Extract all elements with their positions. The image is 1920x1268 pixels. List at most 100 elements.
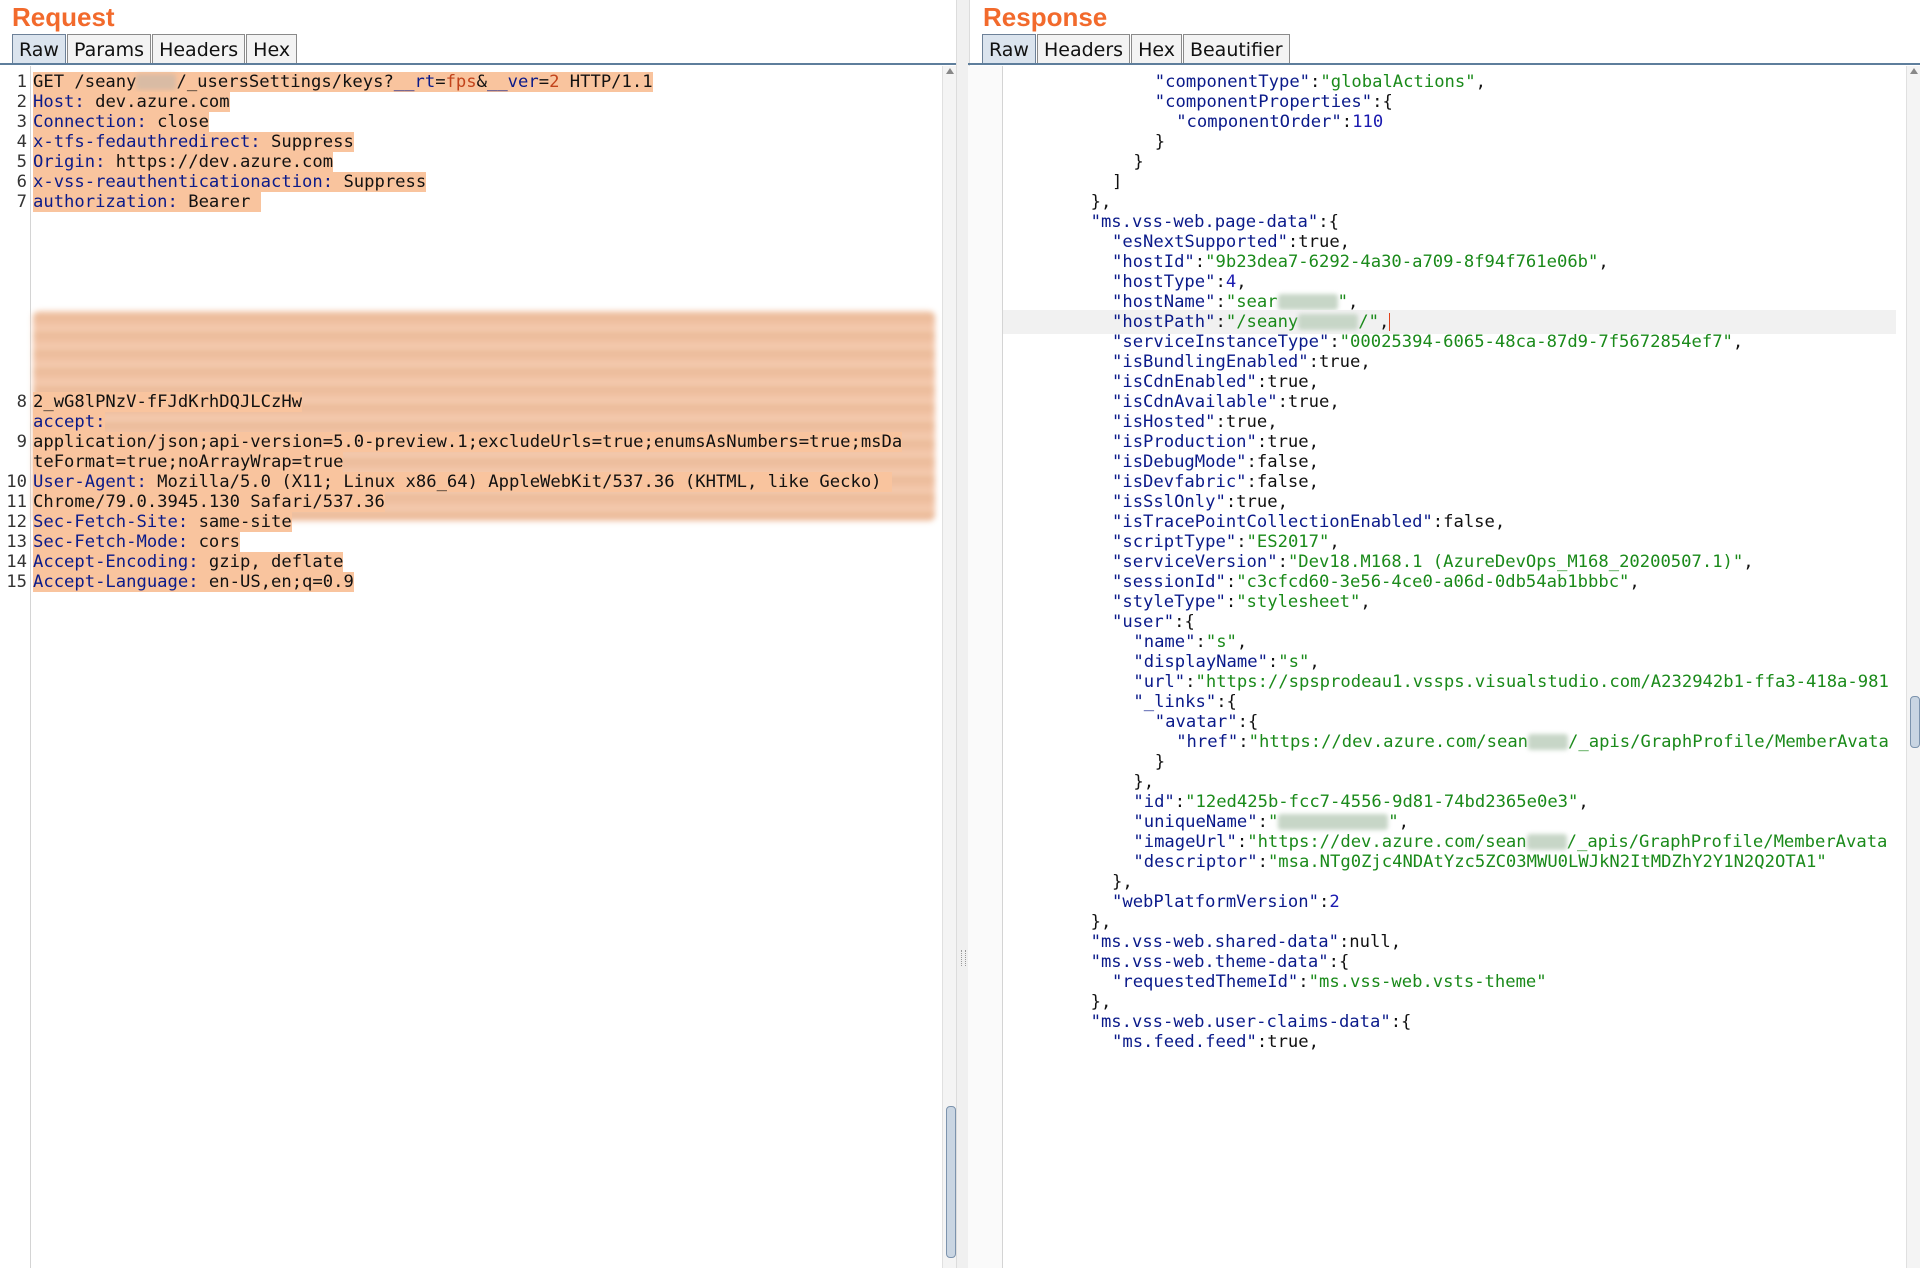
json-punctuation: :{ [1318,212,1339,232]
json-punctuation: :true, [1308,352,1371,372]
response-tab-beautifier[interactable]: Beautifier [1182,34,1290,64]
request-pane-title: Request [12,2,115,32]
json-key: "ms.vss-web.theme-data" [1090,952,1329,972]
json-punctuation: } [1133,152,1144,172]
request-tab-headers[interactable]: Headers [152,34,246,64]
json-punctuation: : [1215,312,1226,332]
json-key: "serviceVersion" [1112,552,1278,572]
highlighted-text: GET /seany/_usersSettings/keys?__rt=fps&… [33,72,653,92]
header-key: accept: [33,412,106,432]
json-string: "https://dev.azure.com/sean [1248,732,1529,752]
highlighted-text: Sec-Fetch-Site: same-site [33,512,292,532]
response-tab-headers[interactable]: Headers [1036,34,1131,64]
code-token: __rt [393,72,436,92]
json-key: "isCdnEnabled" [1112,372,1257,392]
json-punctuation: : [1194,252,1206,272]
response-tab-hex[interactable]: Hex [1131,34,1182,64]
scroll-up-arrow-icon[interactable] [1910,68,1918,74]
json-punctuation: :{ [1174,612,1195,632]
json-line: "webPlatformVersion":2 [1112,890,1340,915]
highlighted-text: authorization: Bearer [33,192,261,212]
code-token: fps [445,72,477,92]
header-value: en-US,en;q=0.9 [198,572,354,592]
json-punctuation: : [1341,112,1353,132]
redacted-text [1278,814,1389,830]
json-string: "ms.vss-web.vsts-theme" [1308,972,1547,992]
json-string: "globalActions" [1320,72,1476,92]
json-punctuation: }, [1133,772,1155,792]
header-key: Host: [33,92,85,112]
json-key: "url" [1133,672,1186,692]
header-value: gzip, deflate [198,552,344,572]
response-gutter [968,66,1003,1268]
json-punctuation: :false, [1246,472,1319,492]
code-token: Mozilla/5.0 (X11; Linux x86_64) AppleWeb… [146,472,892,492]
code-token: GET /seany [33,72,137,92]
json-key: "serviceInstanceType" [1112,332,1330,352]
json-punctuation: } [1154,132,1166,152]
json-punctuation: : [1277,552,1288,572]
header-value: cors [188,532,240,552]
request-scrollbar[interactable] [942,66,957,1268]
header-key: Sec-Fetch-Mode: [33,532,189,552]
request-editor[interactable]: 1 2 3 4 5 6 7 8 9 10 11 12 13 14 15 GET /seany/_usersS… [0,66,942,1268]
json-punctuation: : [1174,792,1186,812]
line-number: 15 [6,572,27,592]
response-scrollbar[interactable] [1906,66,1920,1268]
json-key: "isProduction" [1112,432,1257,452]
scroll-up-arrow-icon[interactable] [946,68,954,74]
json-key: "hostId" [1112,252,1195,272]
splitter-grip-icon [961,950,966,966]
header-value: same-site [188,512,292,532]
json-punctuation: : [1236,532,1247,552]
header-value: Bearer [177,192,261,212]
json-punctuation: : [1215,292,1226,312]
json-line: "ms.feed.feed":true, [1112,1030,1319,1055]
json-key: "displayName" [1133,652,1268,672]
response-tab-raw[interactable]: Raw [982,34,1036,64]
json-key: "webPlatformVersion" [1112,892,1319,912]
json-punctuation: :true, [1256,372,1319,392]
json-punctuation: : [1236,832,1248,852]
json-punctuation: :true, [1256,432,1319,452]
json-key: "componentType" [1154,72,1311,92]
json-line: ] [1112,170,1122,195]
code-token: & [476,72,487,92]
request-tab-hex[interactable]: Hex [246,34,298,64]
response-tabbar: Raw Headers Hex Beautifier [982,34,1291,66]
redacted-text [1298,314,1359,330]
json-string: "s" [1278,652,1310,672]
redacted-text [1277,294,1338,310]
json-punctuation: :{ [1237,712,1259,732]
request-tabbar-underline [0,63,956,65]
request-scrollbar-thumb[interactable] [946,1106,956,1258]
json-key: "isDevfabric" [1112,472,1247,492]
json-punctuation: :true, [1215,412,1278,432]
request-tab-params[interactable]: Params [66,34,152,64]
header-value: Suppress [260,132,354,152]
highlighted-text: x-tfs-fedauthredirect: Suppress [33,132,354,152]
request-tab-raw[interactable]: Raw [12,34,66,64]
json-punctuation: :true, [1256,1032,1319,1052]
response-editor[interactable]: "componentType":"globalActions", "compone… [968,66,1906,1268]
highlighted-text: accept: [33,412,106,432]
json-line: "href":"https://dev.azure.com/sean /_apis… [1176,730,1889,755]
json-line: } [1133,150,1143,175]
response-scrollbar-thumb[interactable] [1910,696,1920,748]
json-key: "isHosted" [1112,412,1216,432]
json-key: "_links" [1133,692,1217,712]
json-string: "ES2017" [1246,532,1330,552]
json-punctuation: :true, [1287,232,1351,252]
json-punctuation: : [1257,812,1268,832]
json-punctuation: : [1195,632,1206,652]
header-value: Suppress [333,172,427,192]
code-token: = [538,72,550,92]
json-key: "scriptType" [1112,532,1237,552]
json-string: "sear [1225,292,1278,312]
json-punctuation: }, [1090,912,1112,932]
header-key: User-Agent: [33,472,147,492]
json-string: "https://dev.azure.com/sean [1247,832,1527,852]
redacted-text [1526,834,1567,850]
json-key: "hostPath" [1112,312,1216,332]
json-string: /" [1358,312,1379,332]
